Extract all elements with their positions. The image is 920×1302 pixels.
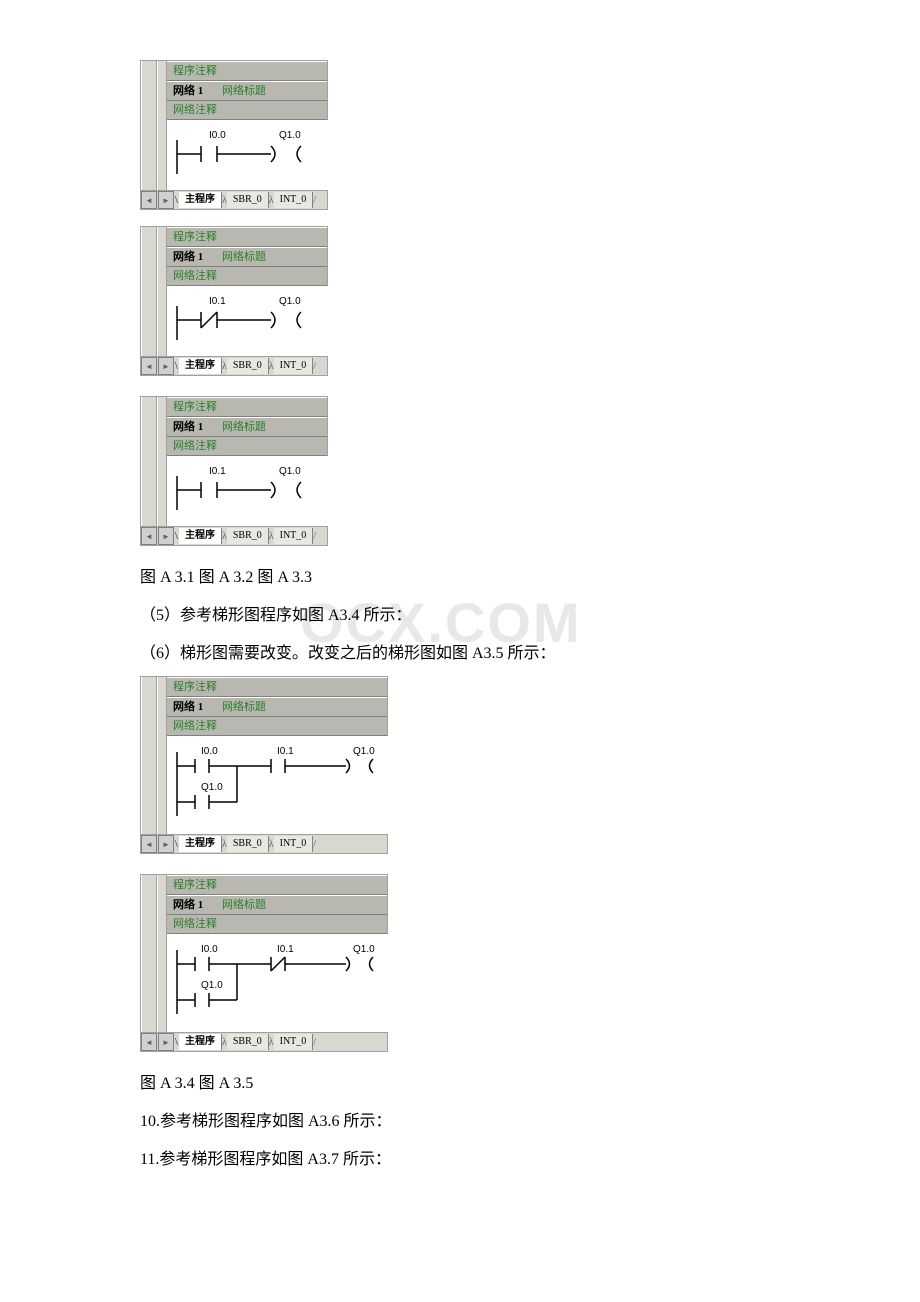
text-line-6: （6）梯形图需要改变。改变之后的梯形图如图 A3.5 所示： [140,638,780,670]
tab-bar: ◄ ► \ 主程序 λ SBR_0 λ INT_0 / [141,526,327,545]
network-comment: 网络注释 [167,101,327,120]
tab-sbr[interactable]: SBR_0 [227,358,269,374]
ladder-rung: I0.0 Q1.0 [171,126,331,178]
network-label: 网络 1 [173,85,203,97]
network-label: 网络 1 [173,701,203,713]
scroll-left-icon[interactable]: ◄ [141,191,157,209]
contact-label: I0.1 [209,466,226,477]
tab-int[interactable]: INT_0 [274,1034,314,1050]
network-title: 网络标题 [222,251,266,263]
coil-label: Q1.0 [353,944,375,955]
ladder-rung: I0.1 Q1.0 [171,292,331,344]
scroll-right-icon[interactable]: ► [158,191,174,209]
program-comment: 程序注释 [167,875,387,895]
scroll-left-icon[interactable]: ◄ [141,527,157,545]
network-title: 网络标题 [222,701,266,713]
tab-int[interactable]: INT_0 [274,358,314,374]
tab-bar: ◄ ► \ 主程序 λ SBR_0 λ INT_0 / [141,190,327,209]
tab-bar: ◄ ► \ 主程序 λ SBR_0 λ INT_0 / [141,1032,387,1051]
network-label: 网络 1 [173,899,203,911]
network-comment: 网络注释 [167,437,327,456]
ladder-rung: I0.0 I0.1 Q1.0 Q1.0 [171,742,391,822]
tab-int[interactable]: INT_0 [274,192,314,208]
tab-sbr[interactable]: SBR_0 [227,192,269,208]
coil-label: Q1.0 [353,746,375,757]
text-line-11: 11.参考梯形图程序如图 A3.7 所示： [140,1144,780,1176]
tab-main[interactable]: 主程序 [179,528,222,544]
contact2-label: I0.1 [277,944,294,955]
tab-main[interactable]: 主程序 [179,192,222,208]
scroll-left-icon[interactable]: ◄ [141,1033,157,1051]
scroll-right-icon[interactable]: ► [158,1033,174,1051]
tab-main[interactable]: 主程序 [179,1034,222,1050]
scroll-left-icon[interactable]: ◄ [141,357,157,375]
network-comment: 网络注释 [167,267,327,286]
ladder-diagram-1: 程序注释 网络 1 网络标题 网络注释 I0.0 [140,60,328,210]
ladder-diagram-3: 程序注释 网络 1 网络标题 网络注释 I0.1 [140,396,328,546]
contact-label: I0.1 [209,296,226,307]
coil-label: Q1.0 [279,466,301,477]
network-title: 网络标题 [222,899,266,911]
tab-main[interactable]: 主程序 [179,358,222,374]
network-comment: 网络注释 [167,717,387,736]
contact1-label: I0.0 [201,944,218,955]
ladder-diagram-5: 程序注释 网络 1 网络标题 网络注释 I0.0 [140,874,388,1052]
tab-sbr[interactable]: SBR_0 [227,528,269,544]
ladder-diagram-4: 程序注释 网络 1 网络标题 网络注释 I0.0 [140,676,388,854]
network-comment: 网络注释 [167,915,387,934]
ladder-rung: I0.1 Q1.0 [171,462,331,514]
ladder-diagram-2: 程序注释 网络 1 网络标题 网络注释 I0.1 [140,226,328,376]
tab-int[interactable]: INT_0 [274,836,314,852]
network-label: 网络 1 [173,421,203,433]
tab-sbr[interactable]: SBR_0 [227,1034,269,1050]
branch-label: Q1.0 [201,980,223,991]
tab-main[interactable]: 主程序 [179,836,222,852]
tab-bar: ◄ ► \ 主程序 λ SBR_0 λ INT_0 / [141,834,387,853]
network-title: 网络标题 [222,421,266,433]
tab-int[interactable]: INT_0 [274,528,314,544]
contact1-label: I0.0 [201,746,218,757]
caption-2: 图 A 3.4 图 A 3.5 [140,1068,780,1100]
coil-label: Q1.0 [279,296,301,307]
branch-label: Q1.0 [201,782,223,793]
program-comment: 程序注释 [167,227,327,247]
text-line-5: （5）参考梯形图程序如图 A3.4 所示： [140,600,780,632]
scroll-right-icon[interactable]: ► [158,835,174,853]
contact-label: I0.0 [209,130,226,141]
network-label: 网络 1 [173,251,203,263]
tab-sbr[interactable]: SBR_0 [227,836,269,852]
scroll-right-icon[interactable]: ► [158,527,174,545]
tab-bar: ◄ ► \ 主程序 λ SBR_0 λ INT_0 / [141,356,327,375]
coil-label: Q1.0 [279,130,301,141]
network-title: 网络标题 [222,85,266,97]
ladder-rung: I0.0 I0.1 Q1.0 Q1.0 [171,940,391,1020]
contact2-label: I0.1 [277,746,294,757]
text-line-10: 10.参考梯形图程序如图 A3.6 所示： [140,1106,780,1138]
caption-1: 图 A 3.1 图 A 3.2 图 A 3.3 [140,562,780,594]
scroll-left-icon[interactable]: ◄ [141,835,157,853]
program-comment: 程序注释 [167,677,387,697]
program-comment: 程序注释 [167,397,327,417]
program-comment: 程序注释 [167,61,327,81]
scroll-right-icon[interactable]: ► [158,357,174,375]
